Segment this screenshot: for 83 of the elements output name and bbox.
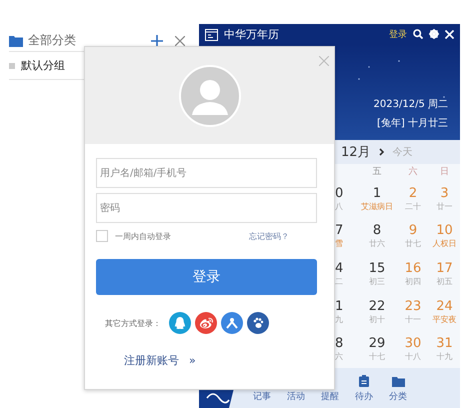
search-icon[interactable] xyxy=(413,29,423,39)
day-number[interactable]: 15 xyxy=(368,260,386,276)
remember-checkbox[interactable] xyxy=(96,230,108,242)
app-title: 中华万年历 xyxy=(224,26,280,42)
day-number[interactable]: 8 xyxy=(335,336,344,352)
group-item[interactable]: 默认分组 xyxy=(21,58,65,73)
username-field[interactable]: 用户名/邮箱/手机号 xyxy=(96,158,317,188)
weekday-label: 五 xyxy=(372,166,382,179)
eye-icon xyxy=(200,316,212,330)
lunar-day: 十八 xyxy=(405,351,421,362)
register-link[interactable]: 注册新账号 » xyxy=(124,353,317,368)
day-number[interactable]: 22 xyxy=(368,298,386,314)
lunar-day: 平安夜 xyxy=(432,314,456,325)
lunar-day: 六 xyxy=(335,351,343,362)
remember-label: 一周内自动登录 xyxy=(115,230,171,242)
paw-login-button[interactable] xyxy=(247,312,269,334)
paw-icon xyxy=(252,317,264,329)
day-number[interactable]: 24 xyxy=(436,298,453,314)
lunar-day: 十七 xyxy=(369,351,385,362)
weibo-login-button[interactable] xyxy=(195,312,217,334)
forgot-password-link[interactable]: 忘记密码？ xyxy=(249,230,289,242)
day-number[interactable]: 30 xyxy=(404,336,422,352)
weekday-label: 日 xyxy=(439,166,450,179)
lunar-day: 初十 xyxy=(369,314,385,325)
day-number[interactable]: 23 xyxy=(404,298,422,314)
login-link[interactable]: 登录 xyxy=(389,28,407,40)
add-button[interactable] xyxy=(150,34,164,48)
nav-tab[interactable]: 提醒 xyxy=(313,390,347,403)
password-field[interactable]: 密码 xyxy=(96,193,317,223)
close-icon[interactable] xyxy=(445,30,454,38)
day-number[interactable]: 31 xyxy=(436,336,453,352)
nav-tab[interactable]: 分类 xyxy=(381,376,415,403)
calendar-icon xyxy=(205,28,218,40)
day-number[interactable]: 7 xyxy=(335,223,344,238)
nav-tab[interactable]: 活动 xyxy=(279,390,313,403)
qq-login-button[interactable] xyxy=(169,312,191,334)
lunar-day: 艾滋病日 xyxy=(361,200,393,212)
day-number[interactable]: 0 xyxy=(335,186,344,201)
lunar-day: 初四 xyxy=(405,276,421,287)
current-date: 2023/12/5 周二 xyxy=(374,98,448,111)
lunar-day: 二十 xyxy=(405,200,421,212)
other-login-label: 其它方式登录： xyxy=(105,318,161,328)
nav-tab[interactable]: 待办 xyxy=(347,375,381,403)
lunar-day: 初三 xyxy=(369,276,385,287)
lunar-day: 初五 xyxy=(436,276,452,287)
sidebar-title: 全部分类 xyxy=(28,32,77,49)
day-number[interactable]: 9 xyxy=(408,223,418,238)
day-number[interactable]: 1 xyxy=(372,186,382,201)
lunar-day: 人权日 xyxy=(432,238,456,250)
close-button[interactable] xyxy=(173,34,187,48)
day-number[interactable]: 29 xyxy=(368,336,386,352)
clipboard-icon xyxy=(359,375,369,387)
day-number[interactable]: 1 xyxy=(335,298,344,314)
chevron-right-icon[interactable] xyxy=(378,148,385,156)
person-icon xyxy=(226,317,238,329)
day-number[interactable]: 16 xyxy=(404,260,422,276)
lunar-day: 十一 xyxy=(405,314,421,325)
avatar-icon xyxy=(178,64,240,126)
lunar-day: 二 xyxy=(335,276,343,287)
lunar-day: 廿一 xyxy=(436,200,452,212)
lunar-day: 八 xyxy=(335,200,343,212)
day-number[interactable]: 17 xyxy=(436,260,453,276)
login-button[interactable]: 登录 xyxy=(96,259,317,295)
lunar-day: 雪 xyxy=(335,238,343,250)
lunar-day: 廿六 xyxy=(369,238,385,250)
lunar-date: [兔年] 十月廿三 xyxy=(377,116,448,130)
lunar-day: 九 xyxy=(335,314,343,325)
weekday-label: 六 xyxy=(408,166,418,179)
day-number[interactable]: 10 xyxy=(436,223,453,238)
lunar-day: 十九 xyxy=(436,351,452,362)
lunar-day: 廿七 xyxy=(405,238,421,250)
month-label[interactable]: 12月 xyxy=(341,143,371,161)
day-number[interactable]: 2 xyxy=(408,186,418,201)
day-number[interactable]: 3 xyxy=(440,186,449,201)
group-bullet xyxy=(9,62,15,68)
folder-icon xyxy=(9,34,23,46)
day-number[interactable]: 8 xyxy=(372,223,382,238)
nav-tab[interactable]: 记事 xyxy=(245,390,279,403)
person-login-button[interactable] xyxy=(221,312,243,334)
penguin-icon xyxy=(174,317,186,329)
settings-icon[interactable] xyxy=(429,29,439,39)
folder-icon xyxy=(392,376,404,387)
day-number[interactable]: 4 xyxy=(335,260,344,276)
